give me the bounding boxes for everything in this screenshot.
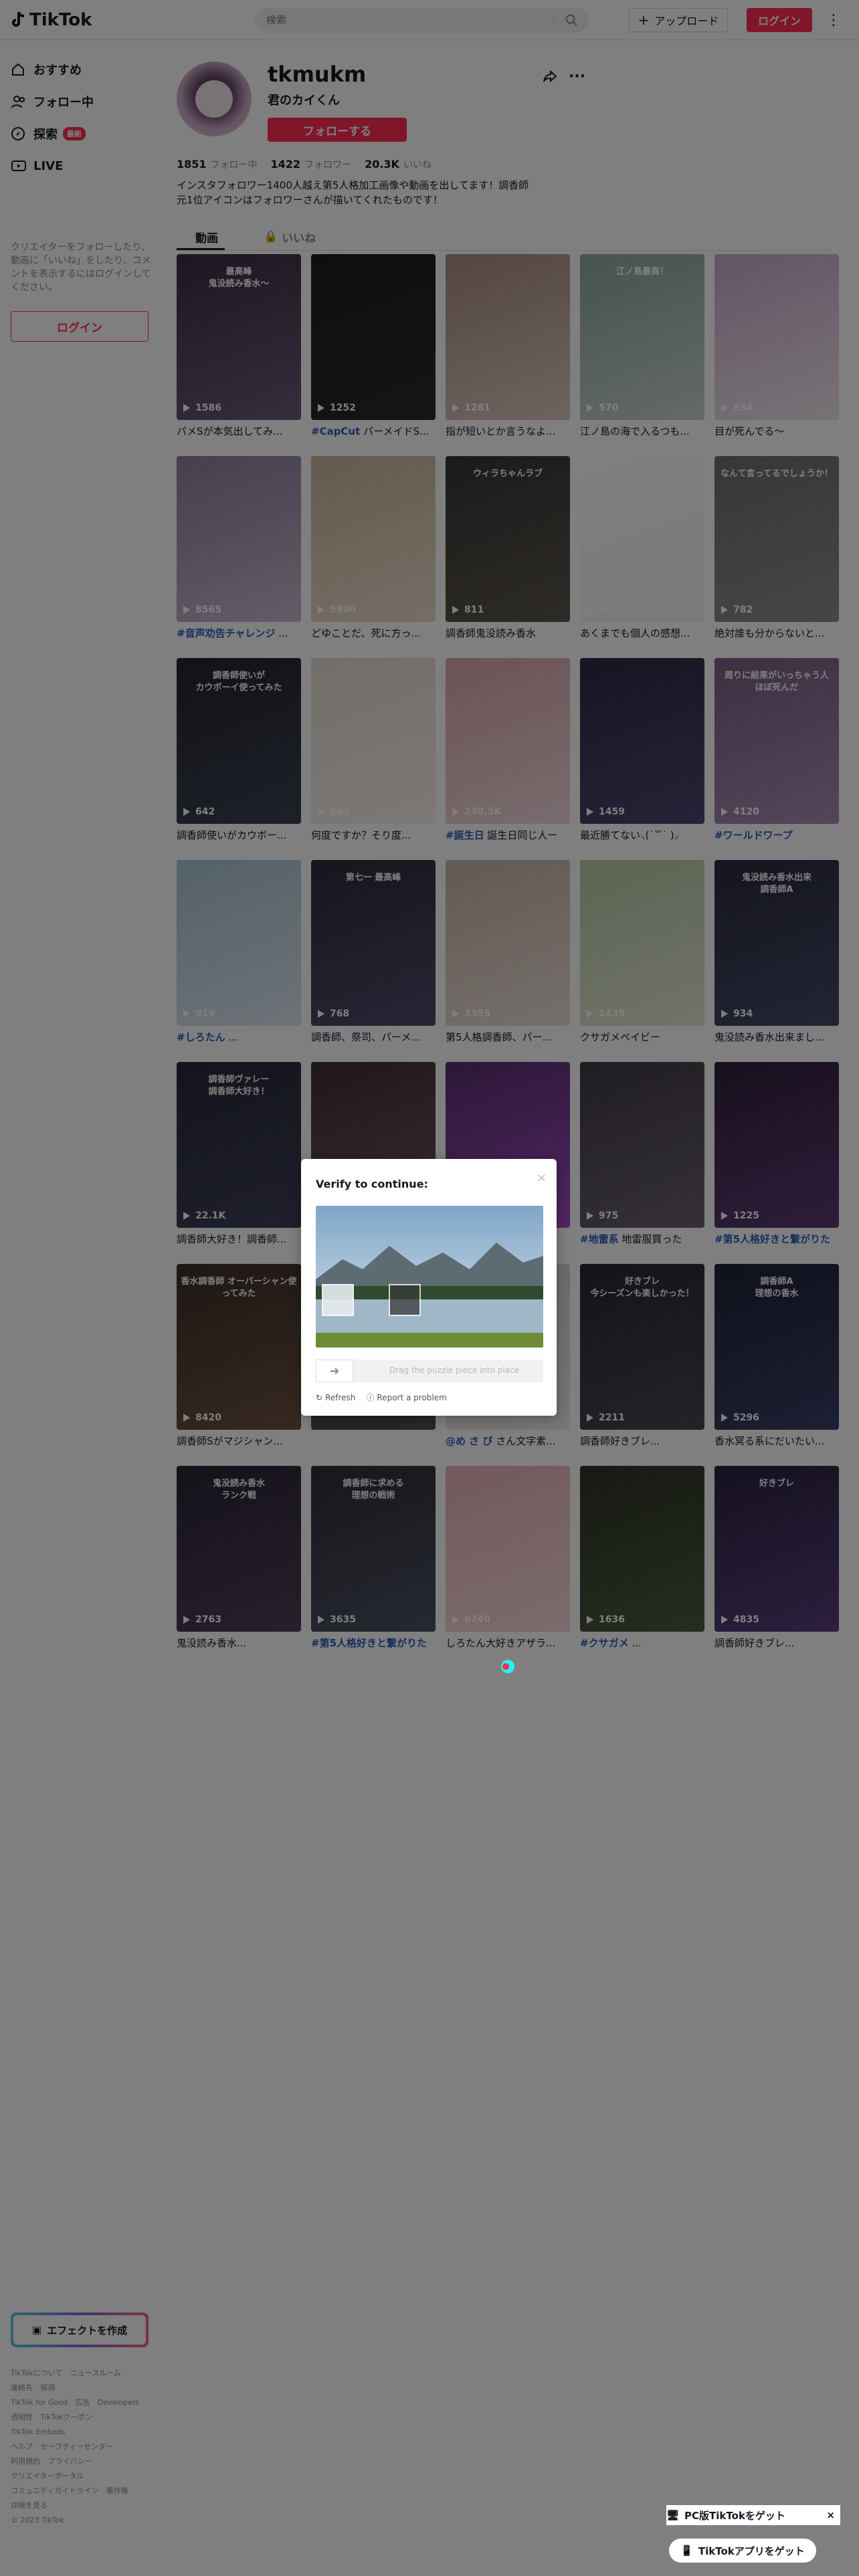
slider-hint: Drag the puzzle piece into place [389,1366,520,1375]
report-label: Report a problem [377,1392,447,1402]
captcha-dialog: Verify to continue: × ➜ Drag the puzzle … [301,1159,557,1416]
arrow-right-icon: ➜ [329,1364,340,1378]
captcha-actions: ↻ Refresh ⓘ Report a problem [316,1392,458,1403]
slider-handle[interactable]: ➜ [316,1360,353,1382]
get-mobile-app-button[interactable]: 📱 TikTokアプリをゲット [669,2539,816,2563]
loading-spinner-icon [501,1660,514,1673]
captcha-image [316,1206,543,1348]
get-desktop-app-banner[interactable]: 🖥 PC版TikTokをゲット × [666,2505,840,2525]
close-icon[interactable]: × [537,1171,547,1185]
phone-icon: 📱 [680,2545,693,2557]
desktop-promo-label: PC版TikTokをゲット [684,2509,785,2522]
captcha-slider[interactable]: ➜ Drag the puzzle piece into place [316,1360,543,1382]
close-icon[interactable]: × [826,2509,835,2521]
refresh-button[interactable]: ↻ Refresh [316,1392,355,1403]
desktop-icon: 🖥 [666,2509,680,2521]
mobile-promo-label: TikTokアプリをゲット [698,2545,805,2557]
refresh-label: Refresh [325,1392,356,1402]
report-problem-button[interactable]: ⓘ Report a problem [366,1392,446,1403]
captcha-title: Verify to continue: [316,1178,428,1190]
info-icon: ⓘ [366,1393,375,1402]
refresh-icon: ↻ [316,1392,323,1402]
